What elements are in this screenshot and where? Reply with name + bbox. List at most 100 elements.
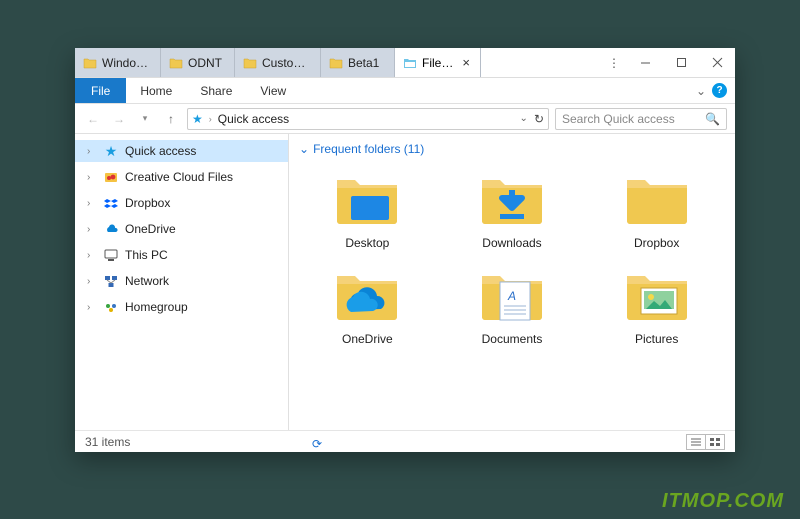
- navigation-pane: ›★Quick access›Creative Cloud Files›Drop…: [75, 134, 289, 430]
- view-toggle: [687, 434, 725, 450]
- tab-label: Custom RT...: [262, 56, 310, 70]
- dropbox-icon: [103, 195, 119, 211]
- ribbon-file-label: File: [91, 84, 110, 98]
- folder-downloads[interactable]: Downloads: [442, 164, 583, 254]
- tab-label: ODNT: [188, 56, 224, 70]
- address-dropdown-icon[interactable]: ⌄: [520, 113, 528, 124]
- folder-icon: [83, 56, 97, 70]
- minimize-button[interactable]: [627, 48, 663, 77]
- explorer-window: Windows ODNT Custom RT... Beta1 File Expl...…: [75, 48, 735, 452]
- folder-documents[interactable]: A Documents: [442, 260, 583, 350]
- nav-item-label: Creative Cloud Files: [125, 170, 233, 184]
- nav-item-dropbox[interactable]: › Dropbox: [75, 192, 288, 214]
- nav-item-homegroup[interactable]: › Homegroup: [75, 296, 288, 318]
- nav-item-label: Dropbox: [125, 196, 170, 210]
- nav-item-this-pc[interactable]: › This PC: [75, 244, 288, 266]
- maximize-button[interactable]: [663, 48, 699, 77]
- homegroup-icon: [103, 299, 119, 315]
- folder-label: Dropbox: [634, 236, 679, 250]
- address-bar: ← → ▾ ↑ ★ › Quick access ⌄ ↻ Search Quic…: [75, 104, 735, 134]
- ribbon-tab-home[interactable]: Home: [126, 78, 186, 103]
- star-icon: ★: [192, 112, 203, 126]
- nav-item-quick-access[interactable]: ›★Quick access: [75, 140, 288, 162]
- tab-overflow-button[interactable]: ⋮: [601, 48, 627, 77]
- nav-item-label: Homegroup: [125, 300, 188, 314]
- ribbon-expand-icon[interactable]: ⌄: [696, 84, 706, 98]
- ribbon-tab-share[interactable]: Share: [186, 78, 246, 103]
- tab-2[interactable]: Custom RT...: [235, 48, 321, 77]
- chevron-right-icon: ›: [209, 114, 212, 124]
- nav-item-label: Network: [125, 274, 169, 288]
- network-icon: [103, 273, 119, 289]
- tab-1[interactable]: ODNT: [161, 48, 235, 77]
- close-button[interactable]: [699, 48, 735, 77]
- group-header[interactable]: ⌄ Frequent folders (11): [289, 134, 735, 160]
- folder-icon: [243, 56, 257, 70]
- chevron-right-icon[interactable]: ›: [87, 146, 97, 157]
- tab-strip: Windows ODNT Custom RT... Beta1 File Expl...…: [75, 48, 601, 77]
- folder-icon: [331, 264, 403, 326]
- tab-label: File Expl...: [422, 56, 453, 70]
- ribbon-tabs: HomeShareView: [126, 78, 300, 103]
- chevron-right-icon[interactable]: ›: [87, 198, 97, 209]
- window-controls: ⋮: [601, 48, 735, 77]
- sync-icon: ⟳: [312, 437, 322, 451]
- folder-icon: [621, 264, 693, 326]
- cloud-icon: [103, 221, 119, 237]
- chevron-right-icon[interactable]: ›: [87, 224, 97, 235]
- folder-icon: [621, 168, 693, 230]
- status-bar: 31 items: [75, 430, 735, 452]
- close-icon[interactable]: ×: [462, 56, 470, 69]
- chevron-right-icon[interactable]: ›: [87, 276, 97, 287]
- forward-button[interactable]: →: [109, 109, 129, 129]
- watermark: ITMOP.COM: [662, 490, 784, 513]
- nav-item-label: This PC: [125, 248, 168, 262]
- tab-3[interactable]: Beta1: [321, 48, 395, 77]
- folder-icon: [329, 56, 343, 70]
- nav-item-label: OneDrive: [125, 222, 176, 236]
- search-icon: 🔍: [705, 112, 720, 126]
- ribbon-tab-view[interactable]: View: [246, 78, 300, 103]
- content-pane: ⌄ Frequent folders (11) Desktop Download…: [289, 134, 735, 430]
- chevron-right-icon[interactable]: ›: [87, 302, 97, 313]
- nav-item-label: Quick access: [125, 144, 196, 158]
- folder-dropbox[interactable]: Dropbox: [586, 164, 727, 254]
- tab-label: Beta1: [348, 56, 384, 70]
- ribbon-file-tab[interactable]: File: [75, 78, 126, 103]
- folder-icon: [331, 168, 403, 230]
- folder-label: Pictures: [635, 332, 678, 346]
- tab-4[interactable]: File Expl... ×: [395, 48, 481, 77]
- nav-item-creative-cloud-files[interactable]: › Creative Cloud Files: [75, 166, 288, 188]
- folder-pictures[interactable]: Pictures: [586, 260, 727, 350]
- chevron-down-icon: ⌄: [299, 142, 309, 156]
- search-placeholder: Search Quick access: [562, 112, 699, 126]
- folder-label: OneDrive: [342, 332, 393, 346]
- back-button[interactable]: ←: [83, 109, 103, 129]
- folder-onedrive[interactable]: OneDrive: [297, 260, 438, 350]
- up-button[interactable]: ↑: [161, 109, 181, 129]
- address-field[interactable]: ★ › Quick access ⌄ ↻: [187, 108, 549, 130]
- chevron-right-icon[interactable]: ›: [87, 250, 97, 261]
- folder-label: Documents: [482, 332, 543, 346]
- folder-icon: A: [476, 264, 548, 326]
- svg-text:A: A: [507, 289, 516, 303]
- chevron-right-icon[interactable]: ›: [87, 172, 97, 183]
- nav-item-onedrive[interactable]: › OneDrive: [75, 218, 288, 240]
- folder-icon: [169, 56, 183, 70]
- cc-icon: [103, 169, 119, 185]
- recent-locations-button[interactable]: ▾: [135, 109, 155, 129]
- refresh-icon[interactable]: ↻: [534, 112, 544, 126]
- nav-item-network[interactable]: › Network: [75, 270, 288, 292]
- help-icon[interactable]: ?: [712, 83, 727, 98]
- icons-view-button[interactable]: [705, 434, 725, 450]
- details-view-button[interactable]: [686, 434, 706, 450]
- folder-grid: Desktop Downloads Dropbox OneDrive A Doc…: [289, 160, 735, 358]
- tab-label: Windows: [102, 56, 150, 70]
- status-item-count: 31 items: [85, 435, 130, 449]
- tab-0[interactable]: Windows: [75, 48, 161, 77]
- folder-icon: [476, 168, 548, 230]
- folder-label: Downloads: [482, 236, 541, 250]
- folder-desktop[interactable]: Desktop: [297, 164, 438, 254]
- search-input[interactable]: Search Quick access 🔍: [555, 108, 727, 130]
- group-title: Frequent folders (11): [313, 142, 424, 156]
